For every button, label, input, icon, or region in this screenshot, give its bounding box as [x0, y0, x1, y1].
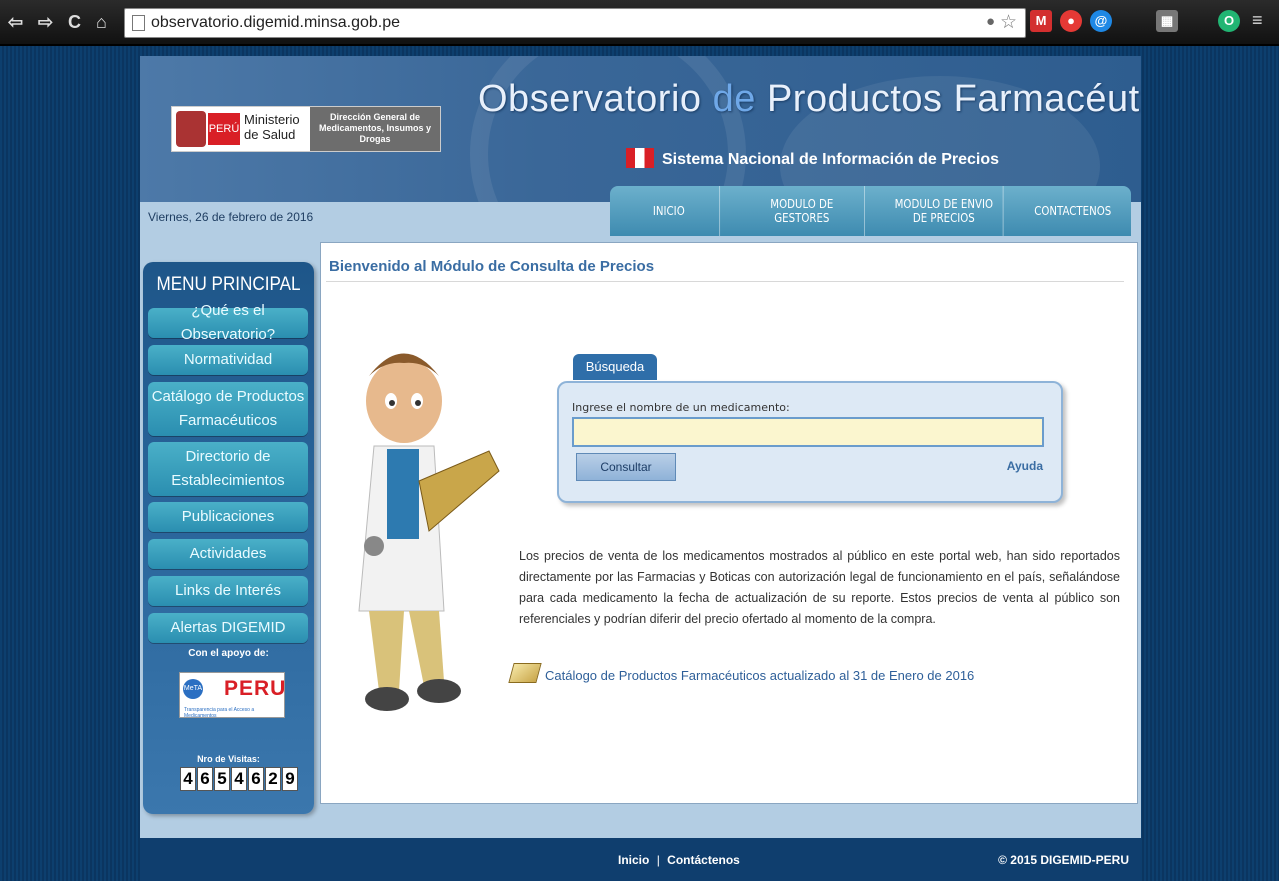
divider [326, 281, 1124, 282]
medicine-search-input[interactable] [572, 417, 1044, 447]
book-icon [508, 663, 542, 683]
copyright: © 2015 DIGEMID-PERU [998, 853, 1129, 867]
logo-peru: PERÚ [208, 113, 240, 145]
footer: Inicio | Contáctenos © 2015 DIGEMID-PERU [140, 838, 1141, 881]
back-icon[interactable]: ⇦ [8, 12, 23, 33]
doctor-illustration [358, 353, 500, 711]
home-icon[interactable]: ⌂ [96, 12, 107, 33]
footer-link-inicio[interactable]: Inicio [618, 853, 649, 867]
site-subtitle: Sistema Nacional de Información de Preci… [626, 148, 999, 169]
address-bar[interactable]: observatorio.digemid.minsa.gob.pe ● ☆ [124, 8, 1026, 38]
disclaimer-text: Los precios de venta de los medicamentos… [519, 549, 1120, 626]
browser-toolbar: ⇦ ⇨ C ⌂ observatorio.digemid.minsa.gob.p… [0, 0, 1279, 46]
top-navigation: INICIO MODULO DE GESTORES MODULO DE ENVI… [610, 186, 1131, 236]
nav-modulo-gestores[interactable]: MODULO DE GESTORES [739, 186, 865, 236]
forward-icon[interactable]: ⇨ [38, 12, 53, 33]
visit-counter: 4 6 5 4 6 2 9 [180, 767, 298, 791]
menu-item-directorio[interactable]: Directorio de Establecimientos [148, 442, 308, 496]
site-title: Observatorio de Productos Farmacéuticos [478, 78, 1141, 120]
nav-inicio[interactable]: INICIO [619, 186, 720, 236]
consultar-button[interactable]: Consultar [576, 453, 676, 481]
reload-icon[interactable]: C [68, 12, 81, 33]
ayuda-link[interactable]: Ayuda [1007, 459, 1043, 473]
search-label: Ingrese el nombre de un medicamento: [572, 401, 790, 414]
peru-flag-icon [626, 148, 654, 168]
logo-ministry: Ministerio de Salud [244, 112, 300, 142]
menu-item-normatividad[interactable]: Normatividad [148, 345, 308, 375]
main-content: Bienvenido al Módulo de Consulta de Prec… [320, 242, 1138, 804]
header-banner: PERÚ Ministerio de Salud Dirección Gener… [140, 56, 1141, 202]
meta-peru-logo[interactable]: MeTA PERU Transparencia para el Acceso a… [179, 672, 285, 719]
coat-of-arms-icon [176, 111, 206, 147]
main-menu: MENU PRINCIPAL ¿Qué es el Observatorio? … [143, 262, 314, 814]
footer-links: Inicio | Contáctenos [618, 853, 740, 867]
adblock-icon[interactable]: ● [1060, 10, 1082, 32]
gmail-icon[interactable]: M [1030, 10, 1052, 32]
nav-modulo-envio-precios[interactable]: MODULO DE ENVIO DE PRECIOS [885, 186, 1004, 236]
menu-icon[interactable]: ≡ [1252, 10, 1263, 31]
search-panel: Ingrese el nombre de un medicamento: Con… [557, 381, 1063, 503]
tab-busqueda[interactable]: Búsqueda [573, 354, 657, 380]
nav-contactenos[interactable]: CONTACTENOS [1022, 186, 1122, 236]
footer-separator: | [656, 853, 660, 867]
current-date: Viernes, 26 de febrero de 2016 [148, 210, 314, 224]
support-label: Con el apoyo de: [188, 648, 269, 659]
page-icon [132, 15, 145, 31]
page-title: Bienvenido al Módulo de Consulta de Prec… [329, 258, 655, 275]
menu-item-que-es[interactable]: ¿Qué es el Observatorio? [148, 302, 308, 343]
qr-icon[interactable]: ▦ [1156, 10, 1178, 32]
website: PERÚ Ministerio de Salud Dirección Gener… [140, 56, 1141, 881]
logo-dg: Dirección General de Medicamentos, Insum… [310, 107, 440, 151]
menu-item-catalogo[interactable]: Catálogo de Productos Farmacéuticos [148, 382, 308, 436]
menu-item-publicaciones[interactable]: Publicaciones [148, 502, 308, 532]
ext-o-icon[interactable]: O [1218, 10, 1240, 32]
menu-item-actividades[interactable]: Actividades [148, 539, 308, 569]
menu-title: MENU PRINCIPAL [156, 274, 301, 295]
lightbulb-icon[interactable]: ● [986, 13, 995, 30]
footer-link-contactenos[interactable]: Contáctenos [667, 853, 740, 867]
bookmark-star-icon[interactable]: ☆ [1000, 11, 1017, 34]
visits-label: Nro de Visitas: [197, 754, 260, 764]
catalog-link[interactable]: Catálogo de Productos Farmacéuticos actu… [508, 663, 974, 683]
menu-item-links[interactable]: Links de Interés [148, 576, 308, 606]
menu-item-alertas[interactable]: Alertas DIGEMID [148, 613, 308, 643]
ministry-logo[interactable]: PERÚ Ministerio de Salud Dirección Gener… [171, 106, 441, 152]
url-text: observatorio.digemid.minsa.gob.pe [151, 14, 401, 31]
ext-a-icon[interactable]: @ [1090, 10, 1112, 32]
